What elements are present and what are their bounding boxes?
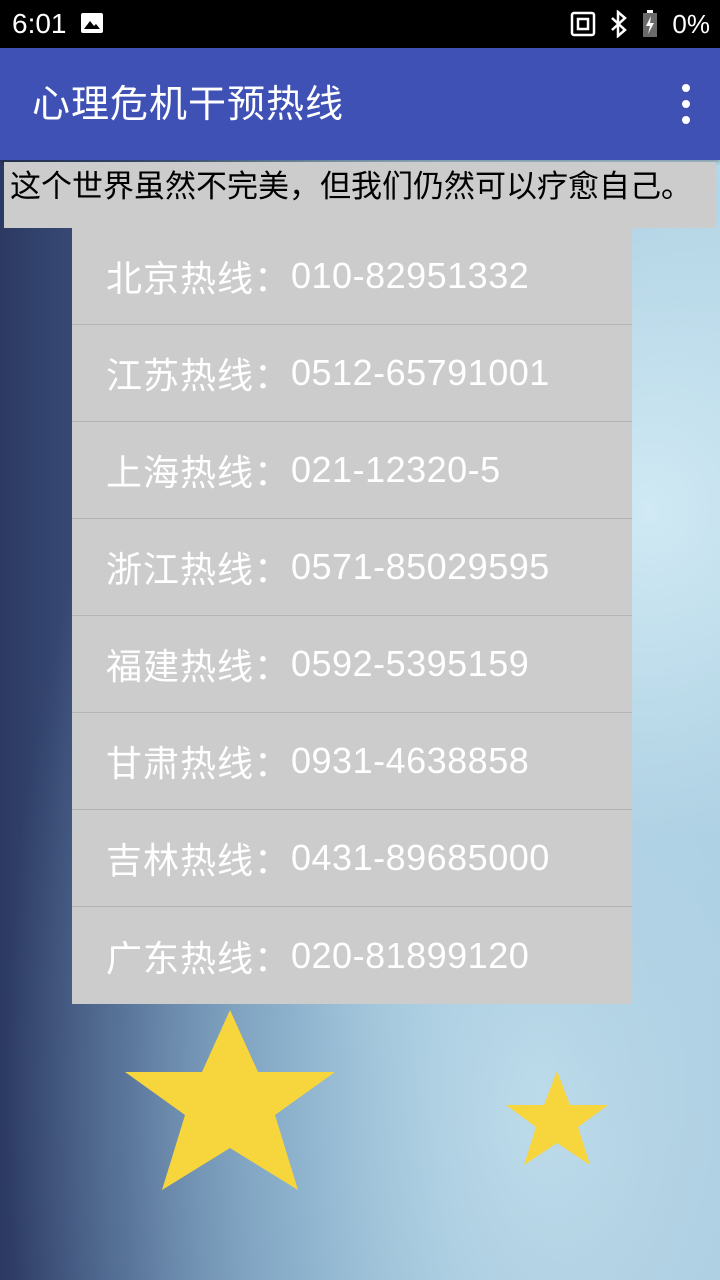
nfc-icon <box>571 11 596 37</box>
hotline-label: 吉林热线： <box>106 841 292 882</box>
hotline-item-zhejiang[interactable]: 浙江热线： 0571-85029595 <box>72 519 632 616</box>
hotline-label: 江苏热线： <box>106 356 292 397</box>
app-title: 心理危机干预热线 <box>32 82 345 126</box>
hotline-item-jilin[interactable]: 吉林热线： 0431-89685000 <box>72 810 632 907</box>
status-bar: 6:01 0% <box>0 0 720 48</box>
overflow-menu-icon[interactable] <box>676 82 696 126</box>
hotline-item-fujian[interactable]: 福建热线： 0592-5395159 <box>72 616 632 713</box>
hotline-list: 北京热线： 010-82951332 江苏热线： 0512-65791001 上海热… <box>72 228 632 1004</box>
hotline-item-gansu[interactable]: 甘肃热线： 0931-4638858 <box>72 713 632 810</box>
battery-percent: 0% <box>672 8 710 39</box>
hotline-item-beijing[interactable]: 北京热线： 010-82951332 <box>72 228 632 325</box>
hotline-number: 0431-89685000 <box>291 837 550 878</box>
hotline-number: 0592-5395159 <box>291 643 530 684</box>
battery-charging-icon <box>643 10 658 37</box>
star-decoration-small <box>506 1071 608 1165</box>
status-time: 6:01 <box>12 8 67 39</box>
hotline-label: 上海热线： <box>106 453 292 494</box>
hotline-label: 浙江热线： <box>106 550 292 591</box>
hotline-label: 广东热线： <box>106 938 292 980</box>
image-icon <box>81 13 103 33</box>
hotline-number: 021-12320-5 <box>291 449 501 490</box>
hotline-number: 0931-4638858 <box>291 740 530 781</box>
hotline-label: 北京热线： <box>106 259 292 300</box>
status-icons: 0% <box>570 8 710 40</box>
hotline-number: 0571-85029595 <box>291 546 550 587</box>
hotline-number: 0512-65791001 <box>291 352 550 393</box>
hotline-number: 010-82951332 <box>291 255 530 296</box>
hotline-number: 020-81899120 <box>291 934 530 976</box>
hotline-label: 甘肃热线： <box>106 744 292 785</box>
star-decoration-large <box>125 1010 335 1190</box>
bluetooth-icon <box>611 10 628 38</box>
hotline-item-guangdong[interactable]: 广东热线： 020-81899120 <box>72 907 632 1004</box>
quote-banner: 这个世界虽然不完美，但我们仍然可以疗愈自己。 <box>4 162 716 228</box>
hotline-item-shanghai[interactable]: 上海热线： 021-12320-5 <box>72 422 632 519</box>
app-bar: 心理危机干预热线 <box>0 48 720 160</box>
hotline-item-jiangsu[interactable]: 江苏热线： 0512-65791001 <box>72 325 632 422</box>
hotline-label: 福建热线： <box>106 647 292 688</box>
